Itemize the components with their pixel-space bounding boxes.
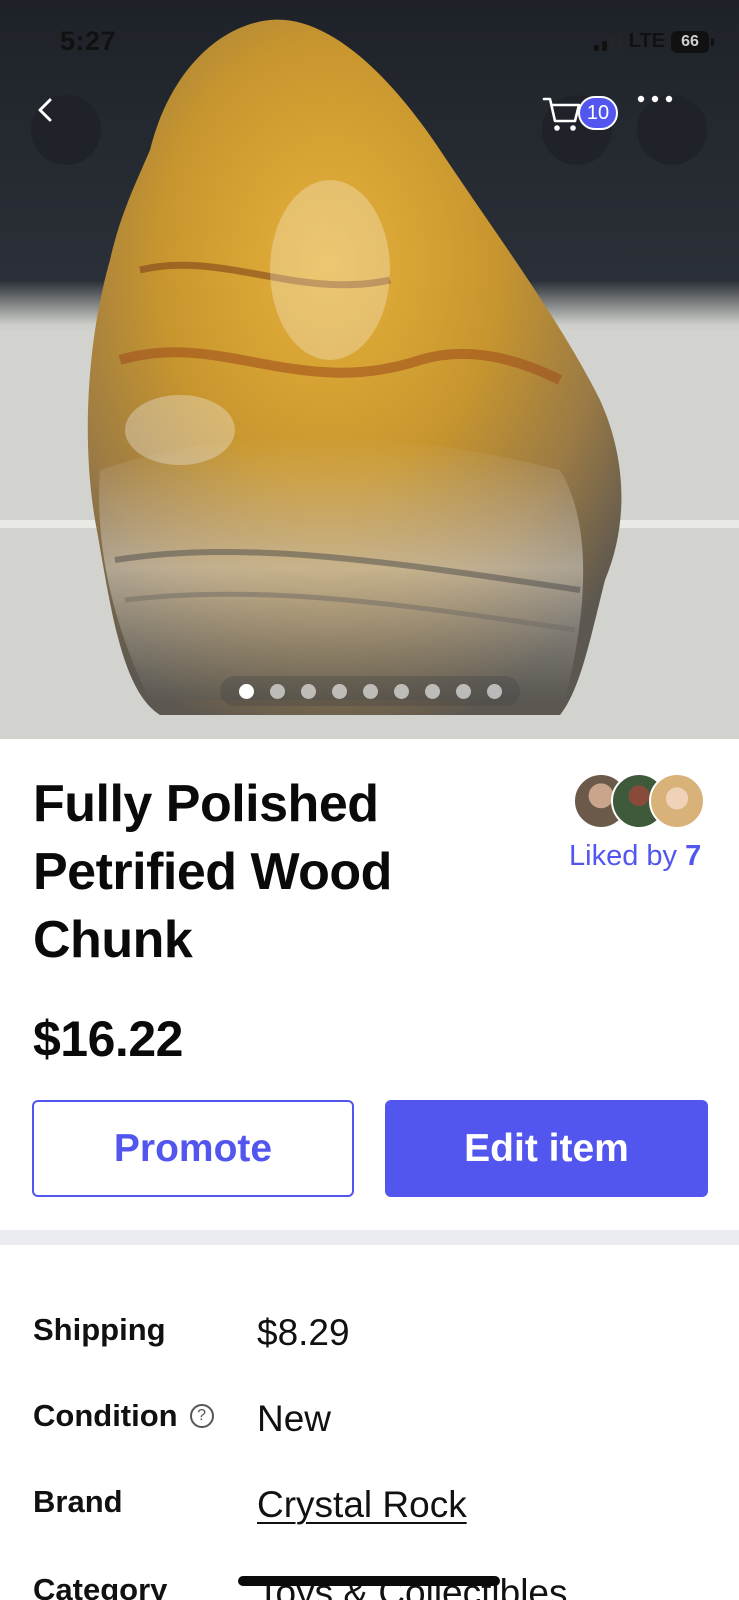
- shipping-value: $8.29: [257, 1312, 350, 1353]
- network-label: LTE: [628, 30, 665, 52]
- image-pager[interactable]: [220, 676, 520, 706]
- question-circle-icon[interactable]: ?: [189, 1404, 214, 1428]
- detail-row-brand: Brand Crystal Rock: [33, 1484, 713, 1534]
- liked-by[interactable]: Liked by 7: [569, 773, 709, 872]
- condition-value: New: [257, 1398, 332, 1439]
- pager-dot[interactable]: [238, 683, 254, 699]
- detail-row-shipping: Shipping $8.29: [33, 1312, 713, 1362]
- shipping-label: Shipping: [33, 1312, 166, 1347]
- pager-dot[interactable]: [486, 683, 502, 699]
- liked-by-count: 7: [685, 840, 702, 872]
- home-indicator: [238, 1576, 500, 1586]
- pager-dot[interactable]: [362, 683, 378, 699]
- product-image[interactable]: 5:27 LTE 66 10: [0, 0, 739, 739]
- more-horizontal-icon: [637, 95, 673, 103]
- signal-icon: [593, 32, 623, 51]
- brand-label: Brand: [33, 1484, 123, 1519]
- product-title: Fully Polished Petrified Wood Chunk: [33, 775, 392, 969]
- pager-dot[interactable]: [393, 683, 409, 699]
- status-time: 5:27: [60, 26, 117, 56]
- pager-dot[interactable]: [455, 683, 471, 699]
- liked-by-label: Liked by: [569, 840, 678, 872]
- battery-icon: 66: [671, 30, 714, 53]
- pager-dot[interactable]: [300, 683, 316, 699]
- pager-dot[interactable]: [269, 683, 285, 699]
- edit-item-button[interactable]: Edit item: [385, 1100, 708, 1197]
- category-label: Category: [33, 1572, 168, 1600]
- petrified-wood-photo: [0, 19, 739, 739]
- more-options-button[interactable]: [637, 95, 707, 165]
- chevron-left-icon: [38, 98, 52, 122]
- section-divider: [0, 1230, 739, 1245]
- cart-count-badge: 10: [578, 96, 618, 130]
- avatar: [649, 773, 705, 829]
- pager-dot[interactable]: [424, 683, 440, 699]
- status-icons: LTE 66: [593, 30, 714, 53]
- condition-label: Condition: [33, 1398, 178, 1433]
- product-price: $16.22: [33, 1011, 183, 1067]
- liked-by-text[interactable]: Liked by 7: [569, 840, 701, 873]
- brand-link[interactable]: Crystal Rock: [257, 1484, 467, 1526]
- condition-label-group: Condition ?: [33, 1398, 214, 1434]
- detail-row-condition: Condition ? New: [33, 1398, 713, 1448]
- back-button[interactable]: [31, 95, 101, 165]
- liker-avatars: [573, 773, 709, 831]
- promote-button[interactable]: Promote: [32, 1100, 354, 1197]
- pager-dot[interactable]: [331, 683, 347, 699]
